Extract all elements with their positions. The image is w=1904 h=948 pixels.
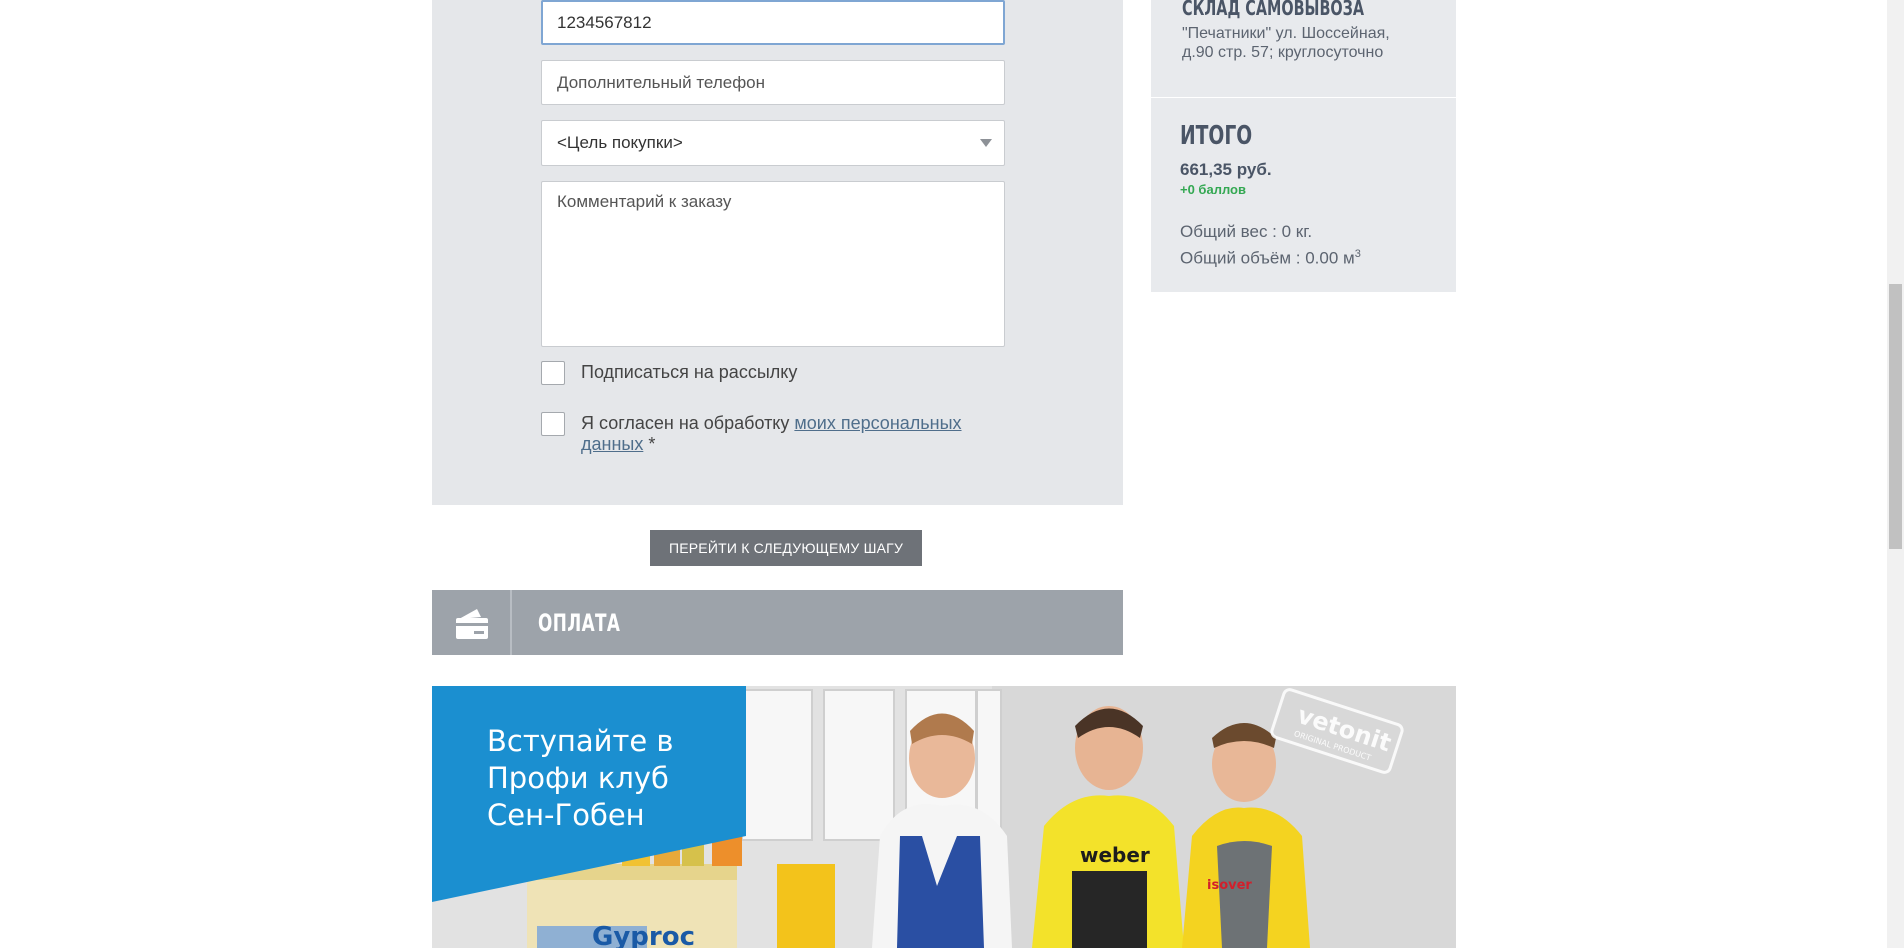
payment-icon-box	[432, 590, 512, 655]
consent-label: Я согласен на обработку моих персональны…	[581, 413, 1001, 455]
pickup-heading: СКЛАД САМОВЫВОЗА	[1182, 0, 1365, 20]
chevron-down-icon	[980, 139, 992, 147]
extra-phone-placeholder: Дополнительный телефон	[557, 72, 766, 92]
summary-divider	[1151, 97, 1456, 98]
payment-section-header[interactable]: ОПЛАТА	[432, 590, 1123, 655]
profi-club-banner[interactable]: weber isover vetonit ORIGINAL PRODUCT Gy…	[432, 686, 1456, 948]
consent-checkbox[interactable]	[541, 412, 565, 436]
total-price: 661,35 руб.	[1180, 160, 1272, 179]
phone-value: 1234567812	[557, 12, 652, 32]
next-step-button[interactable]: ПЕРЕЙТИ К СЛЕДУЮЩЕМУ ШАГУ	[650, 530, 922, 566]
page-scrollbar[interactable]	[1887, 0, 1904, 948]
pickup-address: "Печатники" ул. Шоссейная, д.90 стр. 57;…	[1182, 25, 1390, 61]
wallet-card-icon	[456, 608, 488, 639]
subscribe-checkbox[interactable]	[541, 361, 565, 385]
volume-unit-exponent: 3	[1354, 248, 1361, 260]
purchase-purpose-value: <Цель покупки>	[557, 133, 683, 152]
weber-logo: weber	[1080, 843, 1150, 867]
isover-logo: isover	[1207, 878, 1252, 893]
payment-title: ОПЛАТА	[538, 608, 621, 637]
purchase-purpose-select[interactable]: <Цель покупки>	[541, 120, 1005, 166]
order-summary: СКЛАД САМОВЫВОЗА "Печатники" ул. Шоссейн…	[1151, 0, 1456, 292]
extra-phone-input[interactable]: Дополнительный телефон	[541, 60, 1005, 105]
consent-required-mark: *	[643, 434, 656, 454]
phone-input[interactable]: 1234567812	[541, 0, 1005, 45]
banner-headline-line-3: Сен-Гобен	[487, 798, 645, 832]
total-weight: Общий вес : 0 кг.	[1180, 222, 1313, 241]
consent-prefix: Я согласен на обработку	[581, 413, 795, 433]
total-volume-text: Общий объём : 0.00 м	[1180, 248, 1355, 268]
subscribe-label: Подписаться на рассылку	[581, 362, 798, 382]
order-comment-textarea[interactable]: Комментарий к заказу	[541, 181, 1005, 347]
bonus-points: +0 баллов	[1180, 182, 1246, 197]
gyproc-logo: Gyproc	[592, 922, 695, 948]
scrollbar-thumb[interactable]	[1889, 284, 1902, 549]
banner-headline-line-2: Профи клуб	[487, 761, 669, 795]
banner-headline-line-1: Вступайте в	[487, 724, 674, 758]
total-heading: ИТОГО	[1180, 121, 1253, 151]
total-volume: Общий объём : 0.00 м3	[1180, 248, 1361, 269]
banner-headline: Вступайте в Профи клуб Сен-Гобен	[487, 723, 674, 834]
order-comment-placeholder: Комментарий к заказу	[557, 192, 732, 211]
